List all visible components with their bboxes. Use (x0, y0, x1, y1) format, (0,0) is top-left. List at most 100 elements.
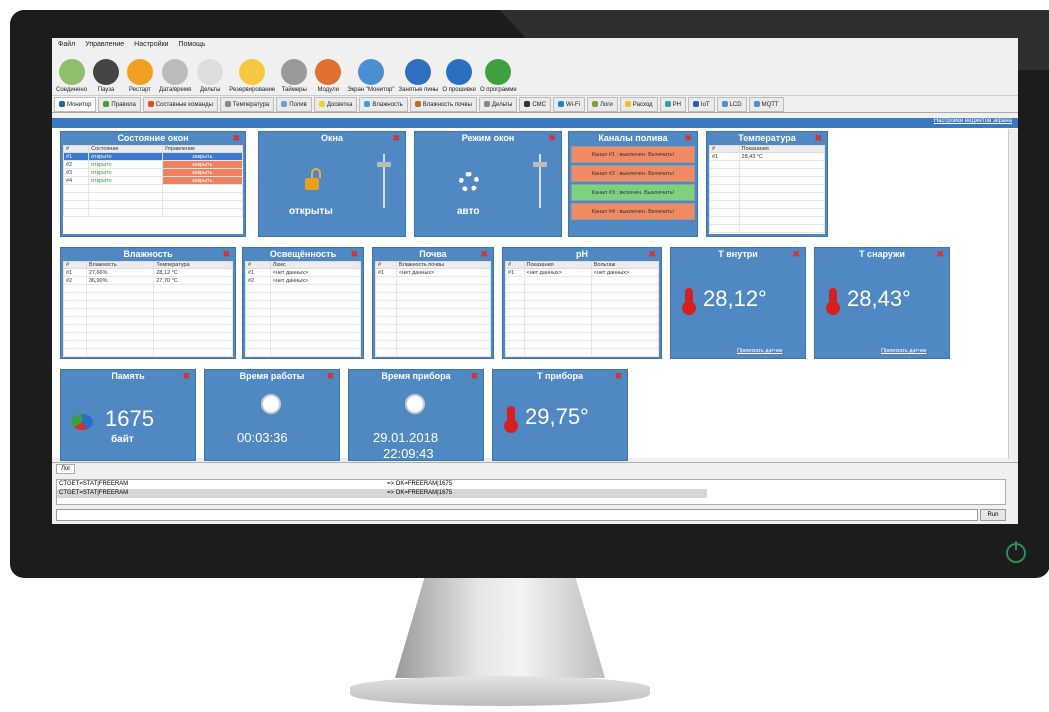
tab-item[interactable]: Досветка (313, 96, 358, 112)
toolbar-button[interactable]: Модули (313, 59, 343, 93)
close-window-button[interactable]: закрыть (161, 176, 244, 185)
log-row[interactable]: CTGET=STAT|FREERAM => OK=FREERAM|1675 (57, 489, 707, 498)
close-icon[interactable]: ✖ (614, 370, 622, 382)
table-cell: #1 (245, 268, 271, 277)
channel-toggle-button[interactable]: Канал #2 : выключен. Включить! (571, 165, 695, 182)
close-window-button[interactable]: закрыть (161, 168, 244, 177)
close-icon[interactable]: ✖ (480, 248, 488, 260)
table-row (63, 348, 233, 357)
table-row (245, 348, 362, 357)
command-input[interactable] (56, 509, 978, 521)
tab-item[interactable]: Логи (586, 96, 618, 112)
column-header: # (245, 261, 271, 269)
table-row: #2 <нет данных> (245, 276, 362, 285)
close-icon[interactable]: ✖ (470, 370, 478, 382)
close-window-button[interactable]: закрыть (161, 160, 244, 169)
pin-icon (405, 59, 432, 85)
menu-item[interactable]: Файл (58, 41, 75, 49)
tab-item[interactable]: PH (659, 96, 686, 112)
tab-item[interactable]: Температура (219, 96, 275, 112)
toolbar-button[interactable]: Таймеры (279, 59, 309, 93)
toolbar-button[interactable]: Рестарт (125, 59, 155, 93)
toolbar-label: Рестарт (129, 87, 152, 93)
table-cell: 27,66% (85, 268, 155, 277)
close-icon[interactable]: ✖ (814, 132, 822, 144)
tab-item[interactable]: Монитор (54, 96, 97, 112)
table-cell (85, 284, 155, 293)
table-cell (245, 284, 271, 293)
close-icon[interactable]: ✖ (936, 248, 944, 260)
thermometer-icon (504, 406, 518, 433)
close-icon[interactable]: ✖ (392, 132, 400, 144)
channel-toggle-button[interactable]: Канал #1 : выключен. Включить! (571, 146, 695, 163)
close-icon[interactable]: ✖ (648, 248, 656, 260)
windows-slider[interactable] (377, 154, 391, 208)
padlock-icon (305, 178, 319, 190)
run-button[interactable]: Run (980, 509, 1006, 521)
toolbar-button[interactable]: Соединено (56, 59, 87, 93)
toolbar-button[interactable]: О прошивке (442, 59, 476, 93)
tab-item[interactable]: Влажность почвы (409, 96, 477, 112)
table-row (375, 284, 492, 293)
tab-item[interactable]: IoT (687, 96, 715, 112)
close-window-button[interactable]: закрыть (161, 152, 244, 161)
table-row (245, 332, 362, 341)
close-icon[interactable]: ✖ (232, 132, 240, 144)
close-icon[interactable]: ✖ (350, 248, 358, 260)
toolbar-button[interactable]: Занятые пины (399, 59, 438, 93)
slider-knob[interactable] (377, 162, 391, 167)
tab-item[interactable]: Составные команды (142, 96, 218, 112)
tab-item[interactable]: Дельты (478, 96, 518, 112)
tab-icon (753, 100, 760, 107)
toolbar-button[interactable]: Дельты (195, 59, 225, 93)
bind-sensor-link[interactable]: Привязать датчик (737, 348, 782, 354)
tab-item[interactable]: Влажность (359, 96, 408, 112)
tab-item[interactable]: MQTT (748, 96, 784, 112)
close-icon[interactable]: ✖ (792, 248, 800, 260)
widget-memory: Память ✖ 1675 байт (60, 369, 196, 461)
log-row[interactable]: CTGET=STAT|FREERAM => OK=FREERAM|1675 (57, 480, 1005, 489)
tab-log[interactable]: Лог (56, 464, 76, 474)
bind-sensor-link[interactable]: Привязать датчик (881, 348, 926, 354)
toolbar-button[interactable]: Резервирование (229, 59, 275, 93)
tab-item[interactable]: Полив (276, 96, 312, 112)
toolbar-button[interactable]: Экран "Монитор" (347, 59, 395, 93)
table-cell (153, 340, 233, 349)
channel-toggle-button[interactable]: Канал #4 : выключен. Включить! (571, 203, 695, 220)
column-header: # (62, 145, 90, 153)
tab-item[interactable]: Wi-Fi (552, 96, 585, 112)
tab-item[interactable]: LCD (716, 96, 747, 112)
close-icon[interactable]: ✖ (182, 370, 190, 382)
widget-settings-link[interactable]: Настройки виджетов экрана (934, 118, 1012, 124)
tab-item[interactable]: Правила (98, 96, 141, 112)
widget-title: Каналы полива (598, 133, 668, 143)
table-row (375, 340, 492, 349)
toolbar-button[interactable]: Пауза (91, 59, 121, 93)
channel-toggle-button[interactable]: Канал #3 : включен. Выключить! (571, 184, 695, 201)
tab-item[interactable]: Расход (619, 96, 658, 112)
humidity-table: # Влажность Температура #1 27,66% 28,12 °C #2 3… (63, 261, 233, 357)
close-icon[interactable]: ✖ (684, 132, 692, 144)
menu-item[interactable]: Помощь (178, 41, 205, 49)
log-command: CTGET=STAT|FREERAM (59, 490, 129, 496)
close-icon[interactable]: ✖ (548, 132, 556, 144)
table-cell (85, 292, 155, 301)
dashboard-scrollbar[interactable] (1008, 129, 1018, 459)
toolbar-button[interactable]: Дата/время (159, 59, 191, 93)
toolbar-button[interactable]: О программе (480, 59, 517, 93)
close-icon[interactable]: ✖ (222, 248, 230, 260)
padlock-shackle-icon (311, 168, 321, 178)
table-row (505, 292, 660, 301)
table-row (375, 332, 492, 341)
window-mode-slider[interactable] (533, 154, 547, 208)
table-row (505, 316, 660, 325)
table-cell (505, 340, 525, 349)
table-cell: #4 (62, 176, 90, 185)
slider-knob[interactable] (533, 162, 547, 167)
menu-item[interactable]: Управление (85, 41, 124, 49)
table-cell (161, 192, 244, 201)
widget-window-state: Состояние окон ✖ # Состояние Управление #1 от… (60, 131, 246, 237)
tab-item[interactable]: СМС (519, 96, 551, 112)
menu-item[interactable]: Настройки (134, 41, 168, 49)
close-icon[interactable]: ✖ (326, 370, 334, 382)
